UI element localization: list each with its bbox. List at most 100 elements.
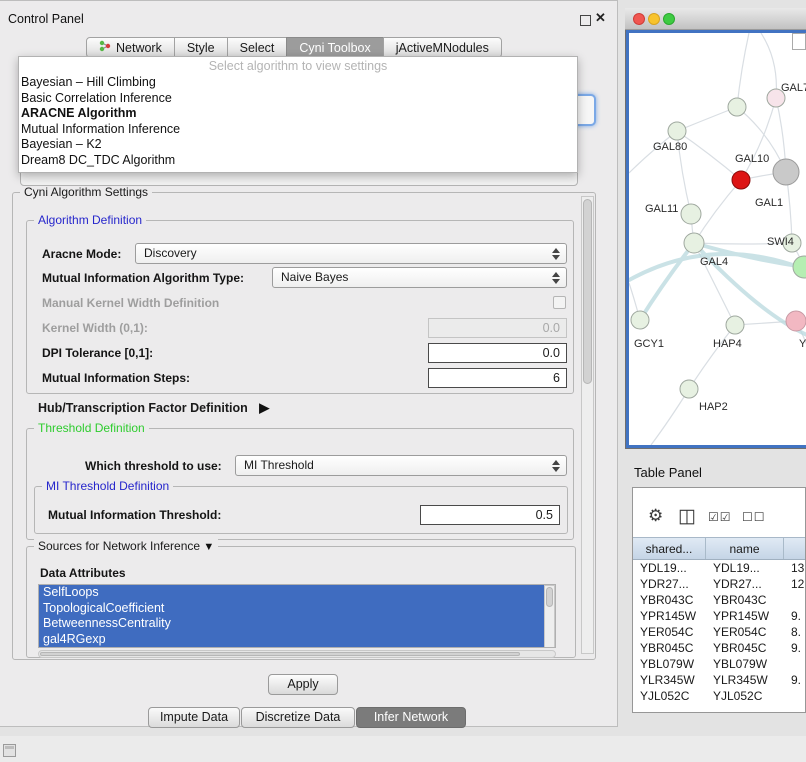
apply-button[interactable]: Apply — [268, 674, 338, 695]
tab-infer-network[interactable]: Infer Network — [356, 707, 466, 728]
float-window-icon[interactable] — [580, 15, 591, 26]
algorithm-dropdown-popup: Select algorithm to view settings Bayesi… — [18, 56, 578, 173]
network-node-gal80[interactable] — [668, 122, 686, 140]
panel-float-icon[interactable] — [3, 744, 16, 757]
collapse-down-icon: ▼ — [203, 541, 214, 553]
columns-icon[interactable]: ◫ — [678, 505, 696, 528]
data-attributes-list[interactable]: SelfLoops TopologicalCoefficient Between… — [38, 584, 556, 648]
tab-discretize-data[interactable]: Discretize Data — [241, 707, 355, 728]
dropdown-placeholder: Select algorithm to view settings — [19, 57, 577, 75]
mi-threshold-label: Mutual Information Threshold: — [48, 508, 221, 522]
table-row[interactable]: YDL19...YDL19...13 — [633, 560, 805, 576]
combo-stepper-icon — [552, 248, 560, 260]
mi-threshold-field[interactable]: 0.5 — [420, 505, 560, 525]
list-vscrollbar[interactable] — [544, 585, 555, 648]
node-label: GAL80 — [653, 141, 687, 153]
node-label: Y — [799, 338, 806, 350]
network-node[interactable] — [786, 311, 806, 331]
which-threshold-combo[interactable]: MI Threshold — [235, 455, 567, 476]
node-label: SWI4 — [767, 236, 794, 248]
gear-icon[interactable]: ⚙ — [648, 506, 663, 526]
tab-network-label: Network — [116, 41, 162, 55]
table-row[interactable]: YPR145WYPR145W9. — [633, 608, 805, 624]
network-node[interactable] — [728, 98, 746, 116]
network-window-titlebar[interactable] — [625, 8, 806, 30]
hub-definition-toggle[interactable]: Hub/Transcription Factor Definition ▶ — [38, 400, 269, 416]
combo-stepper-icon — [552, 272, 560, 284]
list-vscrollbar-thumb[interactable] — [546, 587, 553, 607]
mi-type-value: Naive Bayes — [281, 270, 348, 284]
deselect-all-icon[interactable]: ☐☐ — [742, 510, 766, 524]
tab-impute-data[interactable]: Impute Data — [148, 707, 240, 728]
node-label: HAP2 — [699, 401, 728, 413]
select-all-icon[interactable]: ☑☑ — [708, 510, 732, 524]
zoom-traffic-light-icon[interactable] — [663, 13, 675, 25]
aracne-mode-label: Aracne Mode: — [42, 247, 121, 261]
tab-select-label: Select — [240, 41, 275, 55]
network-canvas[interactable]: GAL7 GAL80 GAL10 GAL1 GAL11 SWI4 GAL4 GC… — [626, 30, 806, 448]
node-label: GAL1 — [755, 197, 783, 209]
network-node-hap4[interactable] — [726, 316, 744, 334]
table-row[interactable]: YBL079WYBL079W — [633, 656, 805, 672]
manual-kernel-checkbox[interactable] — [553, 296, 566, 309]
tab-jactivemnodules-label: jActiveMNodules — [396, 41, 489, 55]
tab-cyni-toolbox-label: Cyni Toolbox — [299, 41, 370, 55]
list-item[interactable]: BetweennessCentrality — [39, 616, 555, 632]
threshold-definition-title: Threshold Definition — [34, 421, 149, 435]
control-panel-tabs: Network Style Select Cyni Toolbox jActiv… — [86, 37, 501, 58]
table-row[interactable]: YJL052CYJL052C — [633, 688, 805, 704]
table-row[interactable]: YLR345WYLR345W9. — [633, 672, 805, 688]
tab-cyni-toolbox[interactable]: Cyni Toolbox — [286, 37, 383, 58]
list-item[interactable]: gal4RGexp — [39, 632, 555, 648]
network-node-gal1[interactable] — [773, 159, 799, 185]
dropdown-item[interactable]: Dream8 DC_TDC Algorithm — [19, 153, 577, 169]
table-row[interactable]: YBR043CYBR043C — [633, 592, 805, 608]
table-row[interactable]: YER054CYER054C8. — [633, 624, 805, 640]
aracne-mode-value: Discovery — [144, 246, 197, 260]
network-node-hap2[interactable] — [680, 380, 698, 398]
tab-network[interactable]: Network — [86, 37, 175, 58]
aracne-mode-combo[interactable]: Discovery — [135, 243, 567, 264]
close-traffic-light-icon[interactable] — [633, 13, 645, 25]
screen: Control Panel ✕ Network Style Select Cyn… — [0, 0, 806, 762]
column-header-partial[interactable] — [784, 538, 805, 559]
tab-style-label: Style — [187, 41, 215, 55]
list-item[interactable]: SelfLoops — [39, 585, 555, 601]
column-header-name[interactable]: name — [706, 538, 784, 559]
close-icon[interactable]: ✕ — [595, 10, 606, 26]
tab-jactivemnodules[interactable]: jActiveMNodules — [383, 37, 502, 58]
settings-scrollbar-thumb[interactable] — [583, 199, 592, 384]
dropdown-item[interactable]: Bayesian – K2 — [19, 137, 577, 153]
dropdown-item[interactable]: Mutual Information Inference — [19, 122, 577, 138]
dpi-tolerance-field[interactable]: 0.0 — [428, 343, 567, 363]
hub-definition-label: Hub/Transcription Factor Definition — [38, 401, 248, 415]
cyni-algorithm-settings-title: Cyni Algorithm Settings — [20, 185, 152, 199]
mi-type-combo[interactable]: Naive Bayes — [272, 267, 567, 288]
tab-style[interactable]: Style — [174, 37, 228, 58]
list-item[interactable]: TopologicalCoefficient — [39, 601, 555, 617]
network-node-gal4[interactable] — [684, 233, 704, 253]
table-row[interactable]: YBR045CYBR045C9. — [633, 640, 805, 656]
network-node-gal10[interactable] — [732, 171, 750, 189]
table-row[interactable]: YDR27...YDR27...12 — [633, 576, 805, 592]
kernel-width-field[interactable]: 0.0 — [428, 318, 567, 338]
sources-group-title[interactable]: Sources for Network Inference ▼ — [34, 539, 218, 553]
column-header-shared[interactable]: shared... — [633, 538, 706, 559]
dropdown-item[interactable]: Bayesian – Hill Climbing — [19, 75, 577, 91]
dropdown-item[interactable]: Basic Correlation Inference — [19, 91, 577, 107]
network-node-gal11[interactable] — [681, 204, 701, 224]
list-hscrollbar-thumb[interactable] — [40, 652, 520, 656]
minimize-traffic-light-icon[interactable] — [648, 13, 660, 25]
dropdown-item-selected[interactable]: ARACNE Algorithm — [19, 106, 577, 122]
tab-select[interactable]: Select — [227, 37, 288, 58]
table-panel-title: Table Panel — [634, 465, 702, 480]
network-node-labels: GAL7 GAL80 GAL10 GAL1 GAL11 SWI4 GAL4 GC… — [634, 82, 806, 413]
settings-scrollbar[interactable] — [581, 196, 594, 654]
network-node-gcy1[interactable] — [631, 311, 649, 329]
network-node[interactable] — [793, 256, 806, 278]
which-threshold-value: MI Threshold — [244, 458, 314, 472]
mi-type-label: Mutual Information Algorithm Type: — [42, 271, 244, 285]
mi-steps-field[interactable]: 6 — [428, 368, 567, 388]
mi-threshold-group-title: MI Threshold Definition — [42, 479, 173, 493]
list-hscrollbar[interactable] — [38, 650, 556, 658]
